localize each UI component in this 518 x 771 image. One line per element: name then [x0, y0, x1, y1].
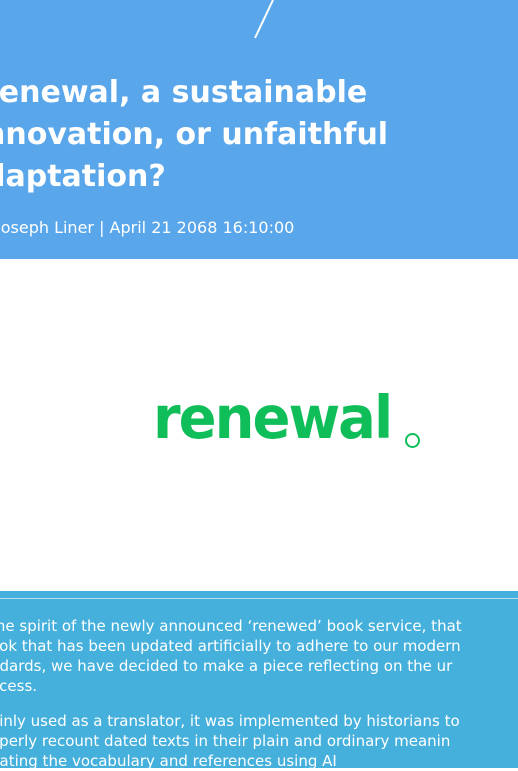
title-line: nnovation, or unfaithful	[0, 117, 389, 152]
article-paragraph: ainly used as a translator, it was imple…	[0, 711, 518, 771]
paragraph-line: operly recount dated texts in their plai…	[0, 732, 451, 750]
title-line: daptation?	[0, 159, 166, 194]
paragraph-line: ocess.	[0, 677, 38, 695]
renewal-logo: renewal	[153, 384, 393, 453]
logo-circle-icon	[405, 433, 420, 448]
paragraph-line: ainly used as a translator, it was imple…	[0, 712, 460, 730]
article-title: renewal, a sustainable nnovation, or unf…	[0, 72, 518, 198]
divider	[0, 598, 518, 599]
article-byline: Joseph Liner | April 21 2068 16:10:00	[0, 218, 295, 237]
paragraph-line: ndards, we have decided to make a piece …	[0, 657, 453, 675]
paragraph-line: dating the vocabulary and references usi…	[0, 752, 337, 770]
title-line: renewal, a sustainable	[0, 75, 368, 110]
slash-decoration-icon	[254, 0, 274, 39]
paragraph-line: ook that has been updated artificially t…	[0, 637, 461, 655]
paragraph-line: the spirit of the newly announced ‘renew…	[0, 617, 462, 635]
article-paragraph: the spirit of the newly announced ‘renew…	[0, 616, 518, 696]
